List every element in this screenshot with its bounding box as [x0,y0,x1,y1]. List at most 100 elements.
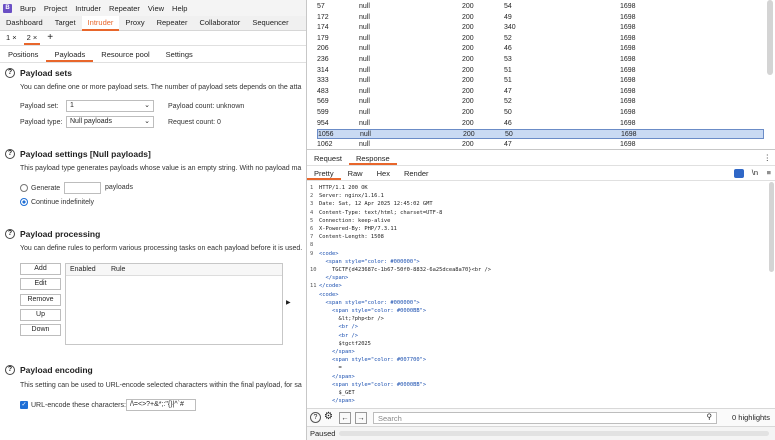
table-cell: 340 [504,24,516,32]
tab-collaborator[interactable]: Collaborator [193,16,246,31]
attack-tab-1[interactable]: 1 × [3,32,20,45]
table-cell: 200 [463,131,475,139]
tab-sequencer[interactable]: Sequencer [246,16,294,31]
payload-processing-heading: ? Payload processing [5,229,100,239]
tab-resource-pool[interactable]: Resource pool [93,47,157,62]
chevron-down-icon: ⌄ [144,102,150,109]
remove-rule-button[interactable]: Remove [20,294,61,306]
response-scrollbar[interactable] [769,182,774,272]
intruder-attack-tabs: 1 × 2 × + [0,32,306,46]
generate-count-input[interactable] [64,182,101,194]
back-arrow-icon[interactable]: ← [339,412,351,424]
tab-request[interactable]: Request [307,152,349,165]
menu-help[interactable]: Help [172,4,187,13]
table-cell: 1698 [620,34,636,42]
up-rule-button[interactable]: Up [20,309,61,321]
table-cell: 569 [317,98,329,106]
table-row[interactable]: 174 null 200 340 1698 [317,23,764,33]
menu-repeater[interactable]: Repeater [109,4,140,13]
tab-render[interactable]: Render [397,167,436,180]
newline-toggle-icon[interactable]: \n [752,168,758,177]
table-cell: 50 [505,131,513,139]
table-row[interactable]: 172 null 200 49 1698 [317,13,764,23]
response-body[interactable]: 1 HTTP/1.1 200 OK 2 Server: nginx/1.16.1 3 Da… [307,182,769,408]
more-options-icon[interactable]: ⋮ [764,153,772,162]
tab-repeater[interactable]: Repeater [151,16,194,31]
rules-table[interactable]: Enabled Rule [65,263,283,345]
menu-view[interactable]: View [148,4,164,13]
gear-icon[interactable]: ⚙ [324,411,333,422]
table-row[interactable]: 1056 null 200 50 1698 [317,129,764,140]
attack-tab-2[interactable]: 2 × [23,32,41,45]
help-icon[interactable]: ? [5,229,15,239]
edit-rule-button[interactable]: Edit [20,278,61,290]
table-row[interactable]: 569 null 200 52 1698 [317,97,764,107]
table-row[interactable]: 314 null 200 51 1698 [317,66,764,76]
table-cell: 57 [317,3,325,10]
payload-type-label: Payload type: [20,119,63,126]
tab-dashboard[interactable]: Dashboard [0,16,49,31]
tab-pretty[interactable]: Pretty [307,167,341,180]
results-scrollbar[interactable] [767,0,773,75]
menu-project[interactable]: Project [44,4,67,13]
code-line: </span> [319,275,349,282]
code-line: 3 Date: Sat, 12 Apr 2025 12:45:02 GMT [310,201,433,208]
table-cell: null [359,140,370,148]
menu-intruder[interactable]: Intruder [75,4,101,13]
table-cell: 51 [504,66,512,74]
add-rule-button[interactable]: Add [20,263,61,275]
table-cell: 200 [462,56,474,63]
forward-arrow-icon[interactable]: → [355,412,367,424]
tab-positions[interactable]: Positions [0,47,46,62]
table-cell: 333 [317,77,329,85]
code-line: <br /> [319,332,358,339]
help-icon[interactable]: ? [5,365,15,375]
chevron-down-icon: ⌄ [144,118,150,125]
tab-proxy[interactable]: Proxy [119,16,150,31]
table-row[interactable]: 236 null 200 53 1698 [317,55,764,65]
table-row[interactable]: 206 null 200 46 1698 [317,44,764,54]
table-row[interactable]: 179 null 200 52 1698 [317,34,764,44]
menu-burp[interactable]: Burp [20,4,36,13]
table-cell: 200 [462,24,474,32]
help-icon[interactable]: ? [310,412,321,423]
help-icon[interactable]: ? [5,68,15,78]
tab-raw[interactable]: Raw [341,167,370,180]
continue-radio[interactable] [20,198,28,206]
collapse-arrow-icon[interactable]: ▶ [286,299,291,306]
new-tab-button[interactable]: + [44,32,56,45]
table-row[interactable]: 333 null 200 51 1698 [317,76,764,86]
table-row[interactable]: 483 null 200 47 1698 [317,87,764,97]
url-encode-option[interactable]: ✓ URL-encode these characters: [20,401,126,409]
request-count: Request count: 0 [168,119,221,126]
generate-option[interactable]: Generate [20,184,60,192]
code-line: <span style="color: #000000"> [319,299,420,306]
checkbox-checked-icon[interactable]: ✓ [20,401,28,409]
down-rule-button[interactable]: Down [20,324,61,336]
tab-target[interactable]: Target [49,16,82,31]
table-cell: null [359,3,370,10]
tab-hex[interactable]: Hex [370,167,397,180]
menu-icon[interactable]: ≡ [767,168,771,177]
results-table[interactable]: 57 null 200 54 1698 172 null 200 49 1698 174 null 20… [307,0,775,150]
table-cell: null [359,98,370,106]
table-cell: null [359,45,370,53]
payload-set-select[interactable]: 1 ⌄ [66,100,154,112]
table-row[interactable]: 954 null 200 46 1698 [317,119,764,129]
payload-type-select[interactable]: Null payloads ⌄ [66,116,154,128]
payload-settings-heading: ? Payload settings [Null payloads] [5,149,151,159]
continue-indefinitely-option[interactable]: Continue indefinitely [20,198,94,206]
table-row[interactable]: 57 null 200 54 1698 [317,2,764,12]
url-encode-characters-input[interactable]: /\=<>?+&*;:"{}|^`# [126,399,196,411]
generate-radio[interactable] [20,184,28,192]
wrap-toggle-icon[interactable] [734,169,744,178]
table-row[interactable]: 599 null 200 50 1698 [317,108,764,118]
payload-sets-heading: ? Payload sets [5,68,72,78]
tab-response[interactable]: Response [348,152,397,165]
search-input[interactable]: Search ⚲ [373,412,717,424]
tab-payloads[interactable]: Payloads [46,47,94,62]
help-icon[interactable]: ? [5,149,15,159]
table-row[interactable]: 1062 null 200 47 1698 [317,140,764,149]
tab-settings[interactable]: Settings [158,47,201,62]
tab-intruder[interactable]: Intruder [81,16,120,31]
